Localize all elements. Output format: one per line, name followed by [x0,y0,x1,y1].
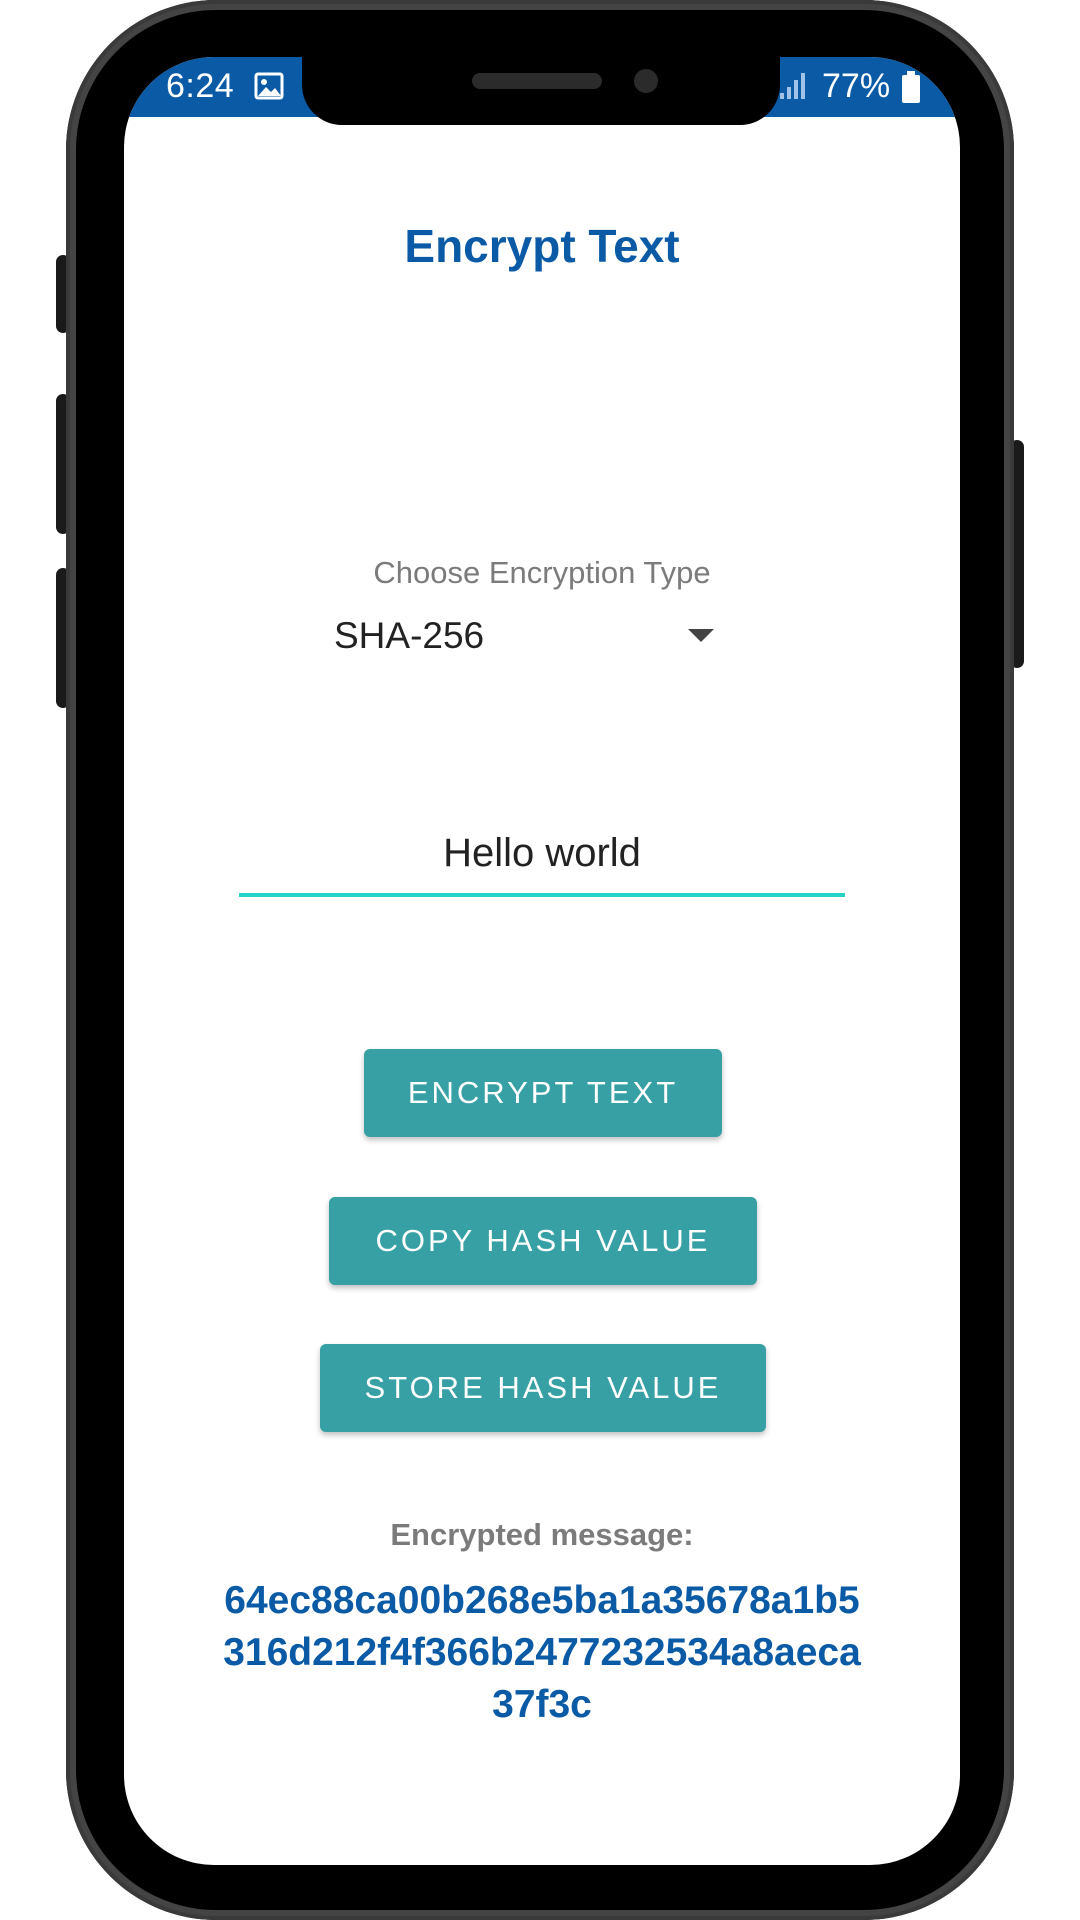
image-icon [254,72,284,100]
chevron-down-icon [688,629,714,642]
encryption-type-value: SHA-256 [334,615,485,656]
app-screen: 6:24 77% Encrypt Text Choose Encryption … [124,57,960,1865]
page-title: Encrypt Text [404,220,680,272]
encrypt-text-button[interactable]: ENCRYPT TEXT [364,1049,722,1137]
plaintext-input[interactable] [239,813,845,897]
signal-icon [780,73,805,99]
encrypted-message-label: Encrypted message: [390,1517,694,1552]
battery-percent: 77% [822,67,891,105]
front-camera [634,69,658,93]
camera-notch [302,57,780,125]
store-hash-button[interactable]: STORE HASH VALUE [320,1344,766,1432]
encryption-type-label: Choose Encryption Type [373,555,711,590]
status-time: 6:24 [166,67,235,105]
encryption-type-dropdown[interactable]: SHA-256 [334,611,744,665]
copy-hash-button[interactable]: COPY HASH VALUE [329,1197,757,1285]
battery-icon [902,71,920,103]
device-mockup: 6:24 77% Encrypt Text Choose Encryption … [0,0,1080,1920]
hash-output: 64ec88ca00b268e5ba1a35678a1b5316d212f4f3… [223,1579,861,1726]
earpiece-speaker [472,73,602,89]
